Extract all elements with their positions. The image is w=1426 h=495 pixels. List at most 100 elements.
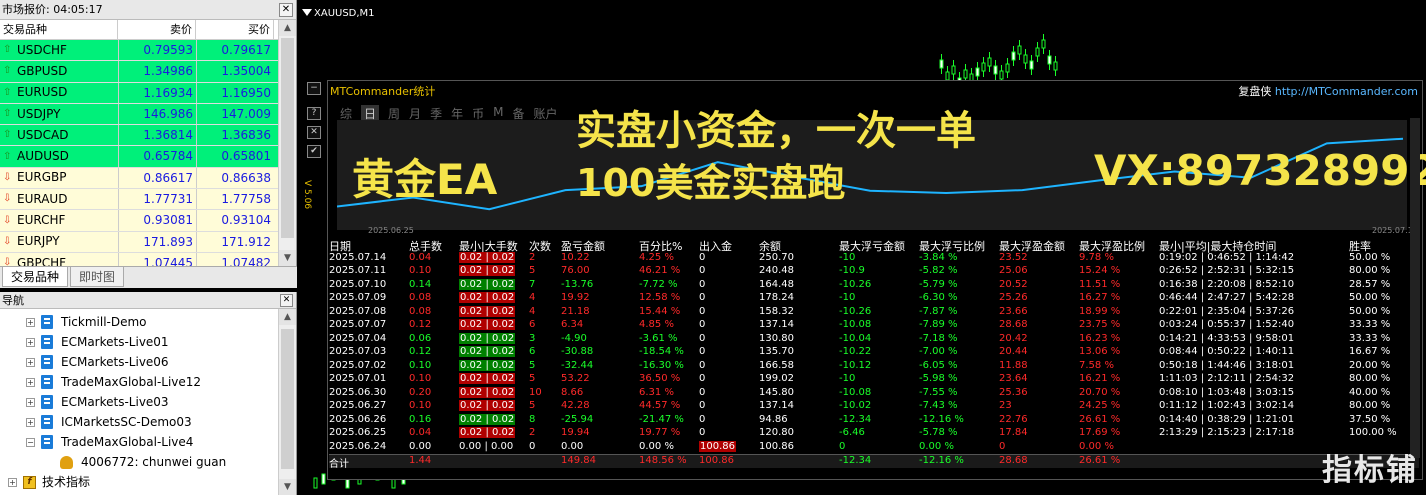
table-cell-pnl: 42.28 (561, 400, 590, 411)
close-icon[interactable]: ✕ (279, 3, 293, 17)
market-watch-scrollbar[interactable]: ▲ ▼ (278, 20, 296, 266)
expand-icon[interactable]: − (26, 437, 35, 447)
symbol-cell: ⇧ USDCHF (0, 40, 118, 60)
market-watch-row[interactable]: ⇩ EURCHF 0.93081 0.93104 (0, 210, 296, 232)
table-cell-maxflp: -5.82 % (919, 265, 958, 276)
market-watch-row[interactable]: ⇧ USDCHF 0.79593 0.79617 (0, 40, 296, 62)
total-cell-flow: 100.86 (699, 455, 734, 466)
scroll-thumb[interactable] (281, 38, 294, 238)
table-cell-pct: 44.57 % (639, 400, 681, 411)
server-item[interactable]: + Tickmill-Demo (26, 312, 147, 332)
tab-symbols[interactable]: 交易品种 (2, 267, 69, 287)
market-watch-row[interactable]: ⇧ GBPUSD 1.34986 1.35004 (0, 61, 296, 83)
symbol-label: EURJPY (17, 234, 60, 249)
tab-tick-chart[interactable]: 即时图 (70, 267, 125, 287)
close-button[interactable]: ✕ (307, 126, 321, 139)
candle-body (1011, 51, 1016, 61)
server-icon (41, 415, 53, 429)
table-row: 2025.07.14 0.04 0.02 | 0.02 2 10.22 4.25 % 0 25… (329, 251, 1419, 266)
table-cell-pct: 46.21 % (639, 265, 681, 276)
arrow-up-icon: ⇧ (3, 129, 12, 141)
expand-icon[interactable]: + (26, 357, 35, 367)
chart-menu-icon[interactable] (302, 9, 312, 16)
total-cell-maxflp: -12.16 % (919, 455, 964, 466)
table-cell-pnl: -13.76 (561, 278, 594, 290)
col-ask[interactable]: 买价 (196, 20, 274, 39)
scroll-up-icon[interactable]: ▲ (279, 309, 296, 325)
expand-icon[interactable]: + (8, 477, 17, 487)
ask-cell: 0.93104 (196, 210, 274, 231)
table-cell-maxfpp: 17.69 % (1079, 427, 1121, 438)
candle-body (1005, 63, 1010, 73)
col-symbol[interactable]: 交易品种 (0, 20, 118, 39)
table-cell-win: 37.50 % (1349, 413, 1391, 425)
table-cell-maxflp: -6.05 % (919, 359, 958, 371)
table-cell-maxfl: -10.26 (839, 305, 872, 317)
table-cell-count: 3 (529, 332, 536, 344)
table-cell-win: 80.00 % (1349, 400, 1391, 411)
close-icon[interactable]: ✕ (280, 294, 293, 307)
expand-icon[interactable]: + (26, 417, 35, 427)
table-cell-maxfl: -12.34 (839, 413, 872, 425)
expand-icon[interactable]: + (26, 397, 35, 407)
market-watch-row[interactable]: ⇧ USDJPY 146.986 147.009 (0, 103, 296, 126)
confirm-button[interactable]: ✔ (307, 145, 321, 158)
server-item[interactable]: + ICMarketsSC-Demo03 (26, 412, 192, 432)
market-watch-row[interactable]: ⇩ EURJPY 171.893 171.912 (0, 231, 296, 253)
candle-body (1047, 55, 1052, 65)
table-cell-count: 4 (529, 305, 536, 317)
table-cell-flow: 0 (699, 251, 706, 263)
table-cell-date: 2025.07.02 (329, 359, 387, 371)
stats-scrollbar[interactable] (1410, 118, 1420, 458)
table-cell-count: 6 (529, 346, 536, 357)
server-item[interactable]: − TradeMaxGlobal-Live4 (26, 432, 193, 452)
table-cell-hold: 2:13:29 | 2:15:23 | 2:17:18 (1159, 427, 1295, 438)
indicators-item[interactable]: + f 技术指标 (8, 472, 90, 492)
market-watch-row[interactable]: ⇧ AUDUSD 0.65784 0.65801 (0, 146, 296, 168)
brand-url[interactable]: http://MTCommander.com (1275, 85, 1418, 98)
navigator-scrollbar[interactable]: ▲ ▼ (278, 309, 296, 495)
watermark-logo: 指标铺 (1322, 453, 1418, 488)
table-cell-bal: 240.48 (759, 265, 794, 276)
table-cell-flow: 0 (699, 292, 706, 303)
table-cell-date: 2025.06.24 (329, 440, 387, 452)
ask-cell: 0.79617 (196, 40, 274, 61)
server-item[interactable]: + ECMarkets-Live01 (26, 332, 169, 352)
scroll-down-icon[interactable]: ▼ (279, 250, 296, 266)
market-watch-row[interactable]: ⇧ USDCAD 1.36814 1.36836 (0, 125, 296, 147)
table-cell-flow: 0 (699, 332, 706, 344)
scroll-thumb[interactable] (281, 329, 294, 469)
server-item[interactable]: + ECMarkets-Live06 (26, 352, 169, 372)
market-watch-title-text: 市场报价: 04:05:17 (2, 3, 103, 16)
brand-label: 复盘侠 (1238, 85, 1272, 98)
market-watch-row[interactable]: ⇩ EURGBP 0.86617 0.86638 (0, 167, 296, 190)
table-cell-lots: 0.04 (409, 251, 432, 263)
candle-body (1017, 45, 1022, 55)
expand-icon[interactable]: + (26, 317, 35, 327)
navigator-panel: 导航 ✕ + Tickmill-Demo + ECMarkets-Live01 + ECM… (0, 292, 297, 495)
market-watch-row[interactable]: ⇩ EURAUD 1.77731 1.77758 (0, 189, 296, 211)
table-cell-maxfpp: 16.27 % (1079, 292, 1121, 303)
ask-cell: 1.77758 (196, 189, 274, 210)
table-row: 2025.07.04 0.06 0.02 | 0.02 3 -4.90 -3.61 % 0 1… (329, 332, 1419, 347)
server-item[interactable]: + TradeMaxGlobal-Live12 (26, 372, 201, 392)
account-user-item[interactable]: 4006772: chunwei guan (60, 452, 226, 472)
minimize-button[interactable]: − (307, 82, 321, 95)
table-cell-date: 2025.06.25 (329, 427, 387, 438)
table-cell-win: 50.00 % (1349, 305, 1391, 317)
server-item[interactable]: + ECMarkets-Live03 (26, 392, 169, 412)
help-button[interactable]: ? (307, 107, 321, 120)
arrow-down-icon: ⇩ (3, 193, 12, 205)
expand-icon[interactable]: + (26, 337, 35, 347)
col-bid[interactable]: 卖价 (118, 20, 196, 39)
table-cell-bal: 100.86 (759, 440, 794, 452)
expand-icon[interactable]: + (26, 377, 35, 387)
scroll-up-icon[interactable]: ▲ (279, 20, 296, 36)
market-watch-row[interactable]: ⇧ EURUSD 1.16934 1.16950 (0, 82, 296, 104)
table-cell-pct: 4.85 % (639, 319, 674, 330)
navigator-title: 导航 ✕ (0, 292, 296, 309)
stats-panel-link[interactable]: 复盘侠 http://MTCommander.com (1238, 83, 1418, 99)
table-cell-hold: 0:19:02 | 0:46:52 | 1:14:42 (1159, 251, 1295, 263)
scroll-down-icon[interactable]: ▼ (279, 479, 296, 495)
table-cell-hold: 0:26:52 | 2:52:31 | 5:32:15 (1159, 265, 1295, 276)
